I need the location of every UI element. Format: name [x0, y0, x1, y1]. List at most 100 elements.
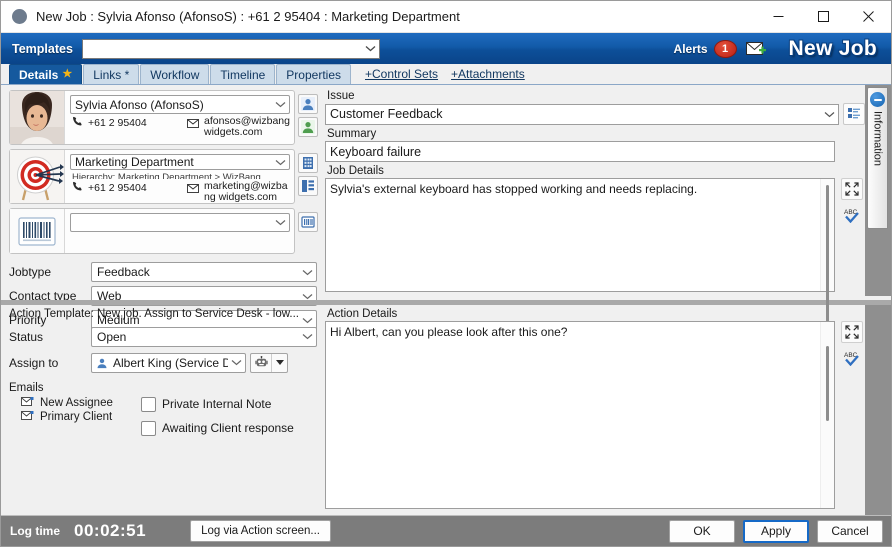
status-row: Status Open: [1, 326, 321, 348]
org-name-combo[interactable]: Marketing Department: [70, 154, 290, 170]
chevron-down-icon: [821, 111, 838, 118]
org-card-row: Marketing Department Hierarchy: Marketin…: [9, 149, 321, 208]
action-details-row: Hi Albert, can you please look after thi…: [325, 320, 865, 509]
phone-icon: [72, 181, 83, 195]
awaiting-client-response-checkbox[interactable]: [141, 420, 156, 436]
tab-properties[interactable]: Properties: [276, 64, 351, 84]
dialog-buttons: OK Apply Cancel: [669, 519, 883, 543]
status-combo[interactable]: Open: [91, 326, 317, 347]
jobtype-row: Jobtype Feedback: [9, 262, 321, 282]
close-icon[interactable]: [846, 1, 891, 32]
contact-phone-value: +61 2 95404: [88, 116, 147, 129]
envelope-icon: [187, 182, 199, 196]
awaiting-client-response-row[interactable]: Awaiting Client response: [141, 420, 294, 436]
information-sidebar: Information: [865, 85, 891, 296]
info-circle-icon: [870, 92, 885, 107]
summary-input[interactable]: Keyboard failure: [325, 141, 835, 162]
screen-title: New Job: [788, 36, 877, 60]
building-icon[interactable]: [298, 153, 318, 173]
asset-card-body: [65, 209, 294, 253]
link-control-sets[interactable]: +Control Sets: [365, 64, 438, 84]
expand-icon[interactable]: [841, 320, 863, 343]
tab-timeline[interactable]: Timeline: [210, 64, 276, 84]
apply-button[interactable]: Apply: [743, 519, 809, 543]
scrollbar-thumb[interactable]: [826, 185, 829, 325]
contact-phone: +61 2 95404: [72, 116, 184, 130]
job-details-value: Sylvia's external keyboard has stopped w…: [330, 182, 698, 196]
asset-card: [9, 208, 295, 254]
information-tab[interactable]: Information: [867, 87, 888, 229]
issue-combo[interactable]: Customer Feedback: [325, 103, 839, 125]
star-icon: ★: [62, 68, 73, 80]
jobtype-combo[interactable]: Feedback: [91, 262, 317, 282]
avatar: [10, 91, 65, 144]
person-green-icon[interactable]: [298, 117, 318, 137]
cancel-button[interactable]: Cancel: [817, 519, 883, 543]
assign-to-row: Assign to Albert King (Service De: [1, 352, 321, 374]
org-hierarchy: Hierarchy: Marketing Department > WizBan…: [72, 172, 261, 179]
awaiting-client-response-label: Awaiting Client response: [162, 421, 294, 435]
jobtype-label: Jobtype: [9, 265, 52, 279]
issue-list-icon[interactable]: [843, 103, 865, 125]
private-internal-note-checkbox[interactable]: [141, 396, 156, 412]
job-details-scrollbar[interactable]: [820, 179, 834, 325]
new-job-window: New Job : Sylvia Afonso (AfonsoS) : +61 …: [0, 0, 892, 547]
tab-links-label: Links *: [93, 67, 130, 82]
action-section: Action Template: New job. Assign to Serv…: [1, 304, 891, 515]
org-chart-icon[interactable]: [298, 176, 318, 196]
tab-details[interactable]: Details ★: [9, 64, 83, 84]
maximize-button[interactable]: [801, 1, 846, 32]
title-bar: New Job : Sylvia Afonso (AfonsoS) : +61 …: [1, 1, 891, 33]
action-details-textarea[interactable]: Hi Albert, can you please look after thi…: [325, 320, 835, 509]
email-new-assignee[interactable]: New Assignee: [21, 396, 141, 410]
new-mail-icon[interactable]: [745, 41, 767, 57]
log-via-action-screen-button[interactable]: Log via Action screen...: [190, 520, 331, 542]
person-blue-icon[interactable]: [298, 94, 318, 114]
action-details-scrollbar[interactable]: [820, 321, 834, 508]
chevron-down-icon: [299, 333, 316, 340]
chevron-down-icon: [299, 293, 316, 300]
assign-to-combo[interactable]: Albert King (Service De: [91, 352, 246, 373]
tab-workflow[interactable]: Workflow: [140, 64, 210, 84]
issue-label: Issue: [327, 90, 355, 102]
email-primary-client[interactable]: Primary Client: [21, 410, 141, 424]
emails-label: Emails: [9, 381, 44, 394]
org-details-row: +61 2 95404 marketing@wizbang widgets.co…: [70, 181, 290, 203]
email-send-icon: [21, 396, 34, 410]
jobtype-value: Feedback: [97, 265, 150, 279]
scrollbar-thumb[interactable]: [826, 345, 829, 421]
ok-button[interactable]: OK: [669, 519, 735, 543]
org-card-buttons: [295, 149, 321, 208]
spellcheck-abc-icon[interactable]: ABC: [841, 204, 863, 226]
email-send-icon: [21, 410, 34, 424]
target-icon: [10, 150, 65, 203]
app-icon: [12, 9, 27, 24]
tab-timeline-label: Timeline: [220, 67, 266, 82]
barcode-scan-icon[interactable]: [298, 212, 318, 232]
org-email: marketing@wizbang widgets.com: [187, 181, 290, 203]
alerts-count-badge[interactable]: 1: [713, 39, 737, 58]
minimize-button[interactable]: [756, 1, 801, 32]
auto-assign-split-button[interactable]: [250, 352, 288, 373]
summary-row: Keyboard failure: [325, 141, 865, 162]
assign-to-label: Assign to: [9, 355, 59, 370]
robot-icon[interactable]: [251, 353, 272, 372]
tab-links[interactable]: Links *: [83, 64, 140, 84]
link-attachments[interactable]: +Attachments: [451, 64, 525, 84]
contact-name-value: Sylvia Afonso (AfonsoS): [75, 97, 204, 112]
contact-email-value: afonsos@wizbangwidgets.com: [204, 115, 290, 138]
spellcheck-abc-icon[interactable]: ABC: [841, 347, 863, 369]
caret-down-icon[interactable]: [272, 360, 287, 365]
asset-card-row: [9, 208, 321, 258]
templates-combo[interactable]: [81, 38, 380, 59]
phone-icon: [72, 116, 83, 130]
contact-card-buttons: [295, 90, 321, 149]
job-details-label: Job Details: [327, 165, 384, 177]
expand-icon[interactable]: [841, 178, 863, 200]
right-column: Issue Customer Feedback Summary Keyboard…: [321, 85, 865, 325]
asset-combo[interactable]: [70, 213, 290, 232]
barcode-icon: [10, 209, 65, 253]
contact-name-combo[interactable]: Sylvia Afonso (AfonsoS): [70, 95, 290, 114]
private-internal-note-row[interactable]: Private Internal Note: [141, 396, 294, 412]
job-details-textarea[interactable]: Sylvia's external keyboard has stopped w…: [325, 178, 835, 325]
